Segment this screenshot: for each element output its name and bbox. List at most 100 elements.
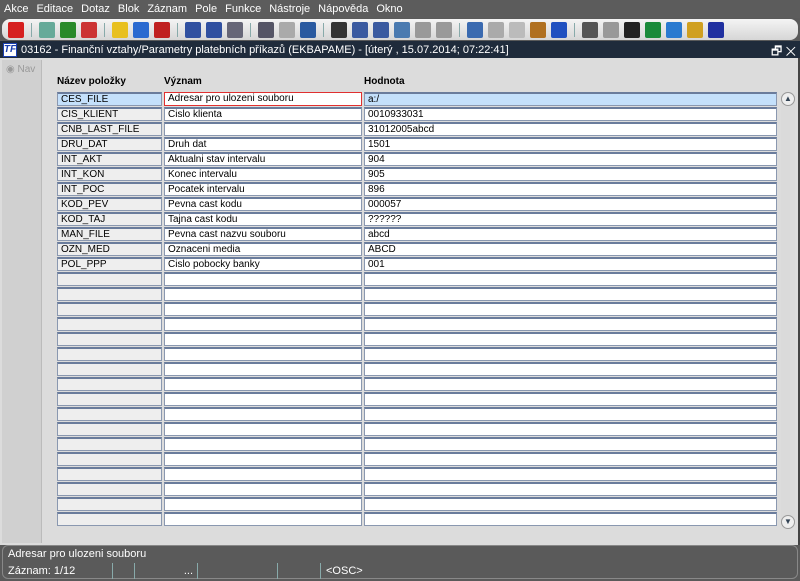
scroll-up-icon[interactable]: ▲	[781, 92, 795, 106]
menu-0[interactable]: Akce	[4, 3, 28, 15]
copy-icon[interactable]	[352, 21, 368, 38]
value-field[interactable]: 000057	[364, 197, 777, 212]
item-name-field[interactable]	[57, 512, 162, 527]
value-field[interactable]	[364, 287, 777, 302]
meaning-field[interactable]: Cislo pobocky banky	[164, 257, 362, 272]
help-icon[interactable]	[687, 21, 703, 38]
insert-record-icon[interactable]	[39, 21, 55, 38]
item-name-field[interactable]: POL_PPP	[57, 257, 162, 272]
value-field[interactable]	[364, 302, 777, 317]
chart-icon[interactable]	[582, 21, 598, 38]
menu-9[interactable]: Okno	[376, 3, 402, 15]
cut-icon[interactable]	[331, 21, 347, 38]
value-field[interactable]: abcd	[364, 227, 777, 242]
meaning-field[interactable]: Pevna cast nazvu souboru	[164, 227, 362, 242]
menu-8[interactable]: Nápověda	[318, 3, 368, 15]
context-help-icon[interactable]	[708, 21, 724, 38]
meaning-field[interactable]	[164, 467, 362, 482]
item-name-field[interactable]: INT_KON	[57, 167, 162, 182]
menu-2[interactable]: Dotaz	[81, 3, 110, 15]
restore-icon[interactable]: 🗗	[771, 44, 782, 58]
meaning-field[interactable]	[164, 272, 362, 287]
item-name-field[interactable]	[57, 452, 162, 467]
value-field[interactable]	[364, 272, 777, 287]
meaning-field[interactable]	[164, 377, 362, 392]
excel-icon[interactable]	[645, 21, 661, 38]
value-field[interactable]	[364, 512, 777, 527]
value-field[interactable]	[364, 422, 777, 437]
meaning-field[interactable]	[164, 122, 362, 137]
meaning-field[interactable]	[164, 287, 362, 302]
close-icon[interactable]: ✕	[786, 44, 796, 58]
mail-icon[interactable]	[300, 21, 316, 38]
meaning-field[interactable]: Tajna cast kodu	[164, 212, 362, 227]
item-name-field[interactable]	[57, 287, 162, 302]
item-name-field[interactable]	[57, 362, 162, 377]
delete-record-icon[interactable]	[81, 21, 97, 38]
item-name-field[interactable]	[57, 467, 162, 482]
meaning-field[interactable]	[164, 437, 362, 452]
wheel-icon[interactable]	[530, 21, 546, 38]
meaning-field[interactable]: Druh dat	[164, 137, 362, 152]
meaning-field[interactable]: Cislo klienta	[164, 107, 362, 122]
value-field[interactable]	[364, 377, 777, 392]
value-field[interactable]	[364, 362, 777, 377]
clock-icon[interactable]	[603, 21, 619, 38]
item-name-field[interactable]	[57, 422, 162, 437]
value-field[interactable]: ??????	[364, 212, 777, 227]
item-name-field[interactable]: MAN_FILE	[57, 227, 162, 242]
value-field[interactable]	[364, 467, 777, 482]
item-name-field[interactable]: INT_AKT	[57, 152, 162, 167]
item-name-field[interactable]	[57, 407, 162, 422]
meaning-field[interactable]: Pocatek intervalu	[164, 182, 362, 197]
globe-icon[interactable]	[509, 21, 525, 38]
item-name-field[interactable]: CES_FILE	[57, 92, 162, 106]
value-field[interactable]	[364, 317, 777, 332]
meaning-field[interactable]	[164, 452, 362, 467]
sort-desc-icon[interactable]	[206, 21, 222, 38]
item-name-field[interactable]: OZN_MED	[57, 242, 162, 257]
value-field[interactable]	[364, 392, 777, 407]
menu-4[interactable]: Záznam	[147, 3, 187, 15]
item-name-field[interactable]	[57, 332, 162, 347]
scroll-down-icon[interactable]: ▼	[781, 515, 795, 529]
item-name-field[interactable]: CNB_LAST_FILE	[57, 122, 162, 137]
item-name-field[interactable]	[57, 377, 162, 392]
search-icon[interactable]	[394, 21, 410, 38]
item-name-field[interactable]: KOD_TAJ	[57, 212, 162, 227]
item-name-field[interactable]: KOD_PEV	[57, 197, 162, 212]
meaning-field[interactable]	[164, 332, 362, 347]
ie-icon[interactable]	[666, 21, 682, 38]
value-field[interactable]: 896	[364, 182, 777, 197]
value-field[interactable]: 0010933031	[364, 107, 777, 122]
value-field[interactable]	[364, 332, 777, 347]
value-field[interactable]: 904	[364, 152, 777, 167]
menu-5[interactable]: Pole	[195, 3, 217, 15]
sort-asc-icon[interactable]	[185, 21, 201, 38]
value-field[interactable]	[364, 347, 777, 362]
value-field[interactable]: 905	[364, 167, 777, 182]
meaning-field[interactable]	[164, 392, 362, 407]
value-field[interactable]	[364, 452, 777, 467]
item-name-field[interactable]	[57, 437, 162, 452]
meaning-field[interactable]	[164, 482, 362, 497]
sum-icon[interactable]	[624, 21, 640, 38]
exit-icon[interactable]	[8, 21, 24, 38]
item-name-field[interactable]	[57, 482, 162, 497]
meaning-field[interactable]: Aktualni stav intervalu	[164, 152, 362, 167]
item-name-field[interactable]: DRU_DAT	[57, 137, 162, 152]
vertical-scrollbar[interactable]: ▲ ▼	[781, 92, 795, 529]
meaning-field[interactable]	[164, 302, 362, 317]
value-field[interactable]	[364, 407, 777, 422]
meaning-field[interactable]: Pevna cast kodu	[164, 197, 362, 212]
value-field[interactable]: 31012005abcd	[364, 122, 777, 137]
meaning-field[interactable]: Oznaceni media	[164, 242, 362, 257]
columns-icon[interactable]	[436, 21, 452, 38]
paste-icon[interactable]	[373, 21, 389, 38]
value-field[interactable]	[364, 497, 777, 512]
item-name-field[interactable]: INT_POC	[57, 182, 162, 197]
value-field[interactable]: a:/	[364, 92, 777, 106]
item-name-field[interactable]	[57, 347, 162, 362]
meaning-field[interactable]: Adresar pro ulozeni souboru	[164, 92, 362, 106]
menu-3[interactable]: Blok	[118, 3, 139, 15]
